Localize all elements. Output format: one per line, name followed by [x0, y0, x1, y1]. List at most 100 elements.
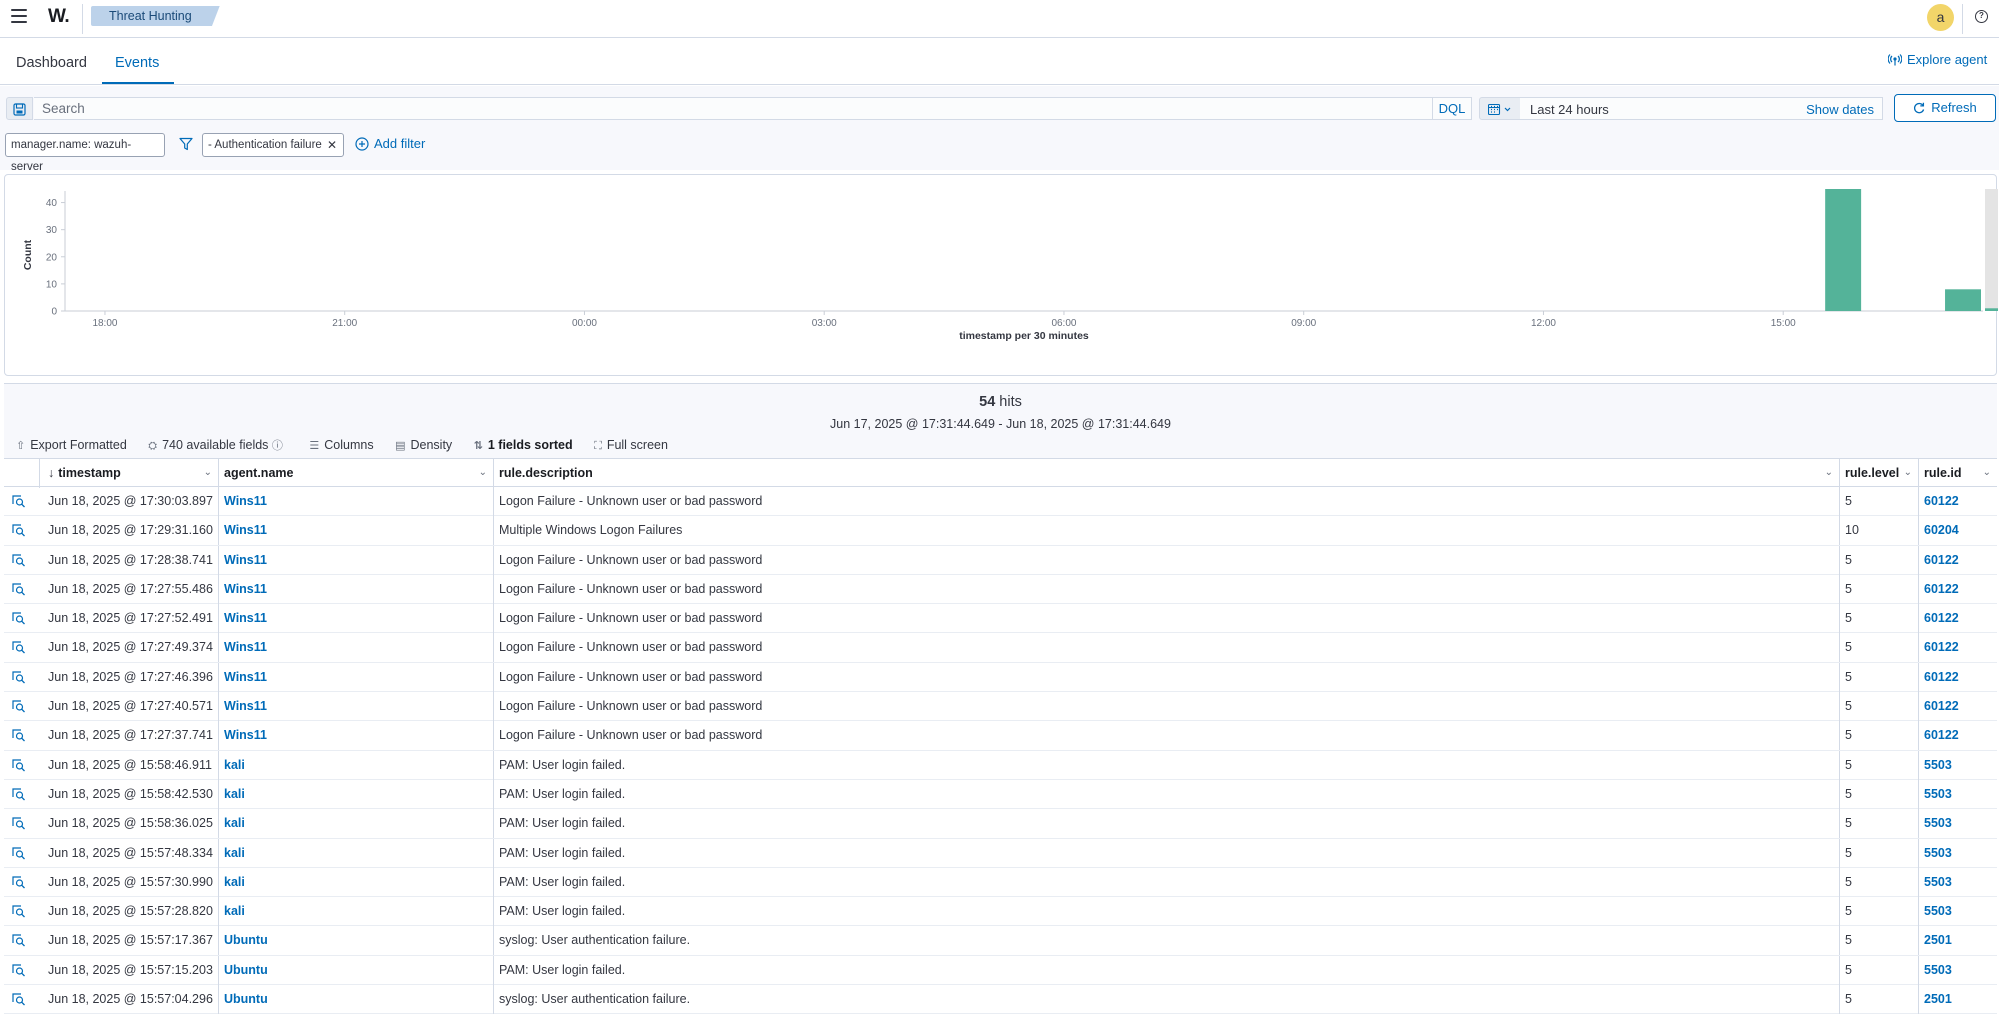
inspect-document-icon[interactable] [12, 553, 26, 567]
table-row[interactable]: Jun 18, 2025 @ 17:27:37.741 Wins11 Logon F… [4, 721, 1997, 751]
row-rule-id[interactable]: 5503 [1919, 780, 1997, 809]
column-header-rule-id[interactable]: rule.id ⌄ [1919, 459, 1997, 488]
table-row[interactable]: Jun 18, 2025 @ 15:58:42.530 kali PAM: User… [4, 779, 1997, 810]
table-row[interactable]: Jun 18, 2025 @ 15:58:36.025 kali PAM: User… [4, 809, 1997, 839]
tab-events[interactable]: Events [115, 55, 159, 71]
breadcrumb-threat-hunting[interactable]: Threat Hunting [91, 6, 220, 26]
row-rule-id[interactable]: 5503 [1919, 839, 1997, 868]
row-agent-name[interactable]: Wins11 [219, 516, 494, 546]
row-rule-id[interactable]: 5503 [1919, 809, 1997, 838]
remove-filter-icon[interactable]: ✕ [327, 134, 337, 156]
chevron-down-icon[interactable]: ⌄ [479, 459, 487, 487]
chevron-down-icon[interactable]: ⌄ [204, 459, 212, 487]
table-row[interactable]: Jun 18, 2025 @ 15:57:04.296 Ubuntu syslog:… [4, 985, 1997, 1015]
inspect-document-icon[interactable] [12, 524, 26, 537]
row-agent-name[interactable]: Ubuntu [219, 926, 494, 956]
inspect-document-icon[interactable] [12, 993, 26, 1006]
row-rule-id[interactable]: 5503 [1919, 868, 1997, 897]
date-range-display[interactable]: Last 24 hours Show dates [1520, 97, 1883, 120]
chevron-down-icon[interactable]: ⌄ [1904, 459, 1912, 487]
sort-fields-button[interactable]: ⇅ 1 fields sorted [474, 438, 573, 452]
row-rule-id[interactable]: 5503 [1919, 956, 1997, 985]
table-row[interactable]: Jun 18, 2025 @ 15:57:17.367 Ubuntu syslog:… [4, 926, 1997, 956]
filter-pill-manager-name[interactable]: manager.name: wazuh-server [5, 133, 165, 173]
inspect-document-icon[interactable] [12, 817, 26, 830]
help-icon[interactable]: ? [1975, 10, 1988, 23]
table-row[interactable]: Jun 18, 2025 @ 17:27:55.486 Wins11 Logon F… [4, 574, 1997, 605]
filter-pill-authentication-failure[interactable]: - Authentication failure ✕ [202, 133, 344, 157]
inspect-document-icon[interactable] [12, 729, 26, 742]
row-rule-id[interactable]: 60204 [1919, 516, 1997, 545]
row-agent-name[interactable]: Ubuntu [219, 955, 494, 985]
table-row[interactable]: Jun 18, 2025 @ 17:29:31.160 Wins11 Multipl… [4, 516, 1997, 546]
export-formatted-button[interactable]: ⇧ Export Formatted [16, 438, 127, 452]
inspect-document-icon[interactable] [12, 495, 26, 508]
full-screen-button[interactable]: ⛶ Full screen [594, 438, 668, 453]
add-filter-button[interactable]: Add filter [355, 136, 425, 151]
row-agent-name[interactable]: kali [219, 867, 494, 897]
histogram-bar[interactable] [1985, 308, 1998, 311]
filter-icon[interactable] [179, 137, 193, 151]
chevron-down-icon[interactable]: ⌄ [1983, 459, 1991, 487]
row-rule-id[interactable]: 60122 [1919, 487, 1997, 516]
quick-date-picker[interactable] [1479, 97, 1521, 120]
row-agent-name[interactable]: Wins11 [219, 721, 494, 751]
row-agent-name[interactable]: kali [219, 779, 494, 809]
row-rule-id[interactable]: 60122 [1919, 721, 1997, 750]
user-avatar[interactable]: a [1927, 4, 1954, 31]
table-row[interactable]: Jun 18, 2025 @ 15:58:46.911 kali PAM: User… [4, 750, 1997, 780]
row-rule-id[interactable]: 60122 [1919, 663, 1997, 692]
row-agent-name[interactable]: Wins11 [219, 574, 494, 604]
row-agent-name[interactable]: Wins11 [219, 662, 494, 692]
row-rule-id[interactable]: 60122 [1919, 546, 1997, 575]
column-header-agent-name[interactable]: agent.name ⌄ [219, 459, 494, 488]
table-row[interactable]: Jun 18, 2025 @ 15:57:30.990 kali PAM: User… [4, 867, 1997, 898]
table-row[interactable]: Jun 18, 2025 @ 15:57:48.334 kali PAM: User… [4, 838, 1997, 868]
columns-button[interactable]: ☰ Columns [309, 438, 373, 452]
inspect-document-icon[interactable] [12, 759, 26, 772]
row-agent-name[interactable]: kali [219, 897, 494, 927]
inspect-document-icon[interactable] [12, 700, 26, 713]
explore-agent-button[interactable]: Explore agent [1887, 52, 1987, 67]
inspect-document-icon[interactable] [12, 934, 26, 947]
inspect-document-icon[interactable] [12, 905, 26, 918]
available-fields-button[interactable]: ⛭ 740 available fields ⓘ [148, 437, 288, 453]
table-row[interactable]: Jun 18, 2025 @ 15:57:28.820 kali PAM: User… [4, 897, 1997, 927]
row-rule-id[interactable]: 5503 [1919, 751, 1997, 780]
inspect-document-icon[interactable] [12, 671, 26, 684]
column-header-rule-description[interactable]: rule.description ⌄ [494, 459, 1840, 488]
chevron-down-icon[interactable]: ⌄ [1825, 459, 1833, 487]
row-agent-name[interactable]: kali [219, 809, 494, 839]
row-agent-name[interactable]: kali [219, 750, 494, 780]
search-input[interactable] [34, 97, 1433, 120]
table-row[interactable]: Jun 18, 2025 @ 17:30:03.897 Wins11 Logon F… [4, 487, 1997, 517]
density-button[interactable]: ▤ Density [395, 438, 452, 452]
table-row[interactable]: Jun 18, 2025 @ 15:57:15.203 Ubuntu PAM: Us… [4, 955, 1997, 986]
row-rule-id[interactable]: 60122 [1919, 604, 1997, 633]
table-row[interactable]: Jun 18, 2025 @ 17:27:52.491 Wins11 Logon F… [4, 604, 1997, 634]
table-row[interactable]: Jun 18, 2025 @ 17:27:40.571 Wins11 Logon F… [4, 692, 1997, 722]
inspect-document-icon[interactable] [12, 641, 26, 654]
histogram-bar[interactable] [1945, 289, 1981, 311]
inspect-document-icon[interactable] [12, 964, 26, 977]
dql-language-toggle[interactable]: DQL [1432, 97, 1472, 120]
row-agent-name[interactable]: Wins11 [219, 604, 494, 634]
inspect-document-icon[interactable] [12, 846, 26, 860]
tab-dashboard[interactable]: Dashboard [16, 55, 87, 71]
row-agent-name[interactable]: Wins11 [219, 692, 494, 722]
table-row[interactable]: Jun 18, 2025 @ 17:27:46.396 Wins11 Logon F… [4, 662, 1997, 693]
table-row[interactable]: Jun 18, 2025 @ 17:27:49.374 Wins11 Logon F… [4, 633, 1997, 663]
row-rule-id[interactable]: 60122 [1919, 633, 1997, 662]
app-logo[interactable]: W. [48, 6, 70, 28]
row-agent-name[interactable]: Wins11 [219, 487, 494, 516]
row-rule-id[interactable]: 60122 [1919, 692, 1997, 721]
row-agent-name[interactable]: Wins11 [219, 545, 494, 575]
events-histogram[interactable]: 0 10 20 30 40 Count 18:00 21:00 00:00 03:00 06:00 0… [5, 175, 1998, 377]
inspect-document-icon[interactable] [12, 788, 26, 801]
column-header-timestamp[interactable]: ↓ timestamp ⌄ [40, 459, 219, 488]
histogram-bar[interactable] [1825, 189, 1862, 311]
inspect-document-icon[interactable] [12, 583, 26, 596]
row-rule-id[interactable]: 2501 [1919, 985, 1997, 1014]
row-agent-name[interactable]: Wins11 [219, 633, 494, 663]
row-agent-name[interactable]: Ubuntu [219, 985, 494, 1015]
